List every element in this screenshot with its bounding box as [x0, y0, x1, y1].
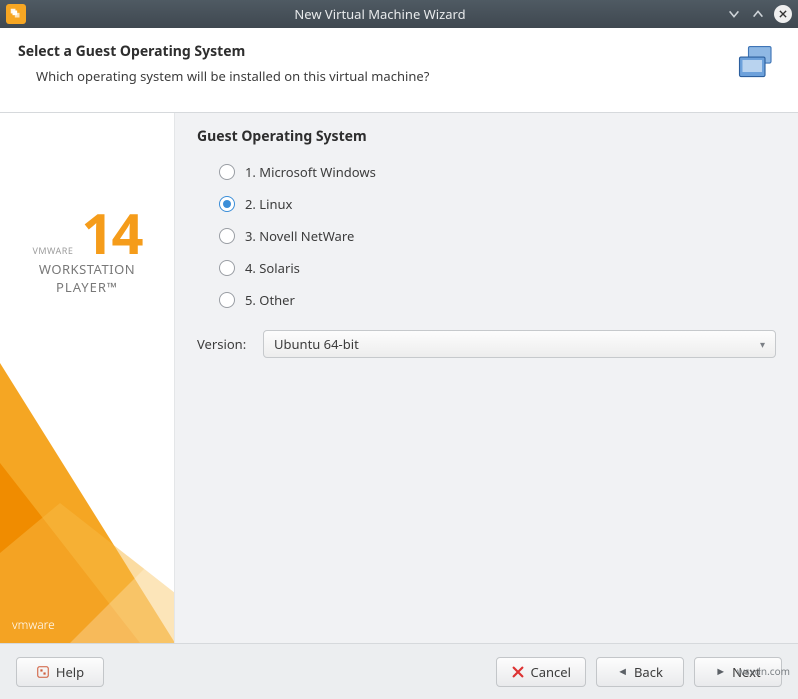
- maximize-icon[interactable]: [750, 6, 766, 22]
- close-icon[interactable]: [774, 5, 792, 23]
- radio-option-linux[interactable]: 2. Linux: [219, 188, 776, 220]
- page-subtitle: Which operating system will be installed…: [36, 67, 429, 85]
- help-label: Help: [56, 663, 84, 681]
- version-value: Ubuntu 64-bit: [274, 335, 359, 353]
- radio-option-solaris[interactable]: 4. Solaris: [219, 252, 776, 284]
- wizard-footer: Help Cancel ◄ Back ► Next: [0, 643, 798, 699]
- cancel-label: Cancel: [531, 663, 571, 681]
- page-title: Select a Guest Operating System: [18, 42, 429, 61]
- radio-icon: [219, 164, 235, 180]
- back-button[interactable]: ◄ Back: [596, 657, 684, 687]
- radio-option-netware[interactable]: 3. Novell NetWare: [219, 220, 776, 252]
- window-title: New Virtual Machine Wizard: [34, 5, 726, 23]
- radio-label: 4. Solaris: [245, 259, 300, 277]
- radio-label: 2. Linux: [245, 195, 292, 213]
- version-number: 14: [81, 208, 141, 258]
- radio-label: 1. Microsoft Windows: [245, 163, 376, 181]
- radio-label: 5. Other: [245, 291, 295, 309]
- group-title: Guest Operating System: [197, 127, 776, 146]
- chevron-left-icon: ◄: [617, 664, 628, 679]
- vmware-label: VMWARE: [32, 244, 73, 257]
- minimize-icon[interactable]: [726, 6, 742, 22]
- window-titlebar: New Virtual Machine Wizard: [0, 0, 798, 28]
- version-label: Version:: [197, 335, 251, 353]
- chevron-right-icon: ►: [715, 664, 726, 679]
- help-button[interactable]: Help: [16, 657, 104, 687]
- back-label: Back: [634, 663, 663, 681]
- player-label: PLAYER™: [0, 278, 174, 296]
- radio-option-windows[interactable]: 1. Microsoft Windows: [219, 156, 776, 188]
- radio-icon: [219, 292, 235, 308]
- version-dropdown[interactable]: Ubuntu 64-bit ▾: [263, 330, 776, 358]
- os-radio-group: 1. Microsoft Windows 2. Linux 3. Novell …: [219, 156, 776, 316]
- chevron-down-icon: ▾: [760, 337, 765, 351]
- radio-icon: [219, 260, 235, 276]
- radio-icon: [219, 228, 235, 244]
- workstation-label: WORKSTATION: [0, 260, 174, 278]
- wizard-header: Select a Guest Operating System Which op…: [0, 28, 798, 113]
- wizard-content: VMWARE 14 WORKSTATION PLAYER™ vmware Gue…: [0, 113, 798, 643]
- radio-option-other[interactable]: 5. Other: [219, 284, 776, 316]
- sidebar-branding: VMWARE 14 WORKSTATION PLAYER™ vmware: [0, 113, 175, 643]
- main-panel: Guest Operating System 1. Microsoft Wind…: [175, 113, 798, 643]
- watermark: wsxdn.com: [737, 664, 790, 678]
- monitors-icon: [732, 42, 780, 94]
- cancel-button[interactable]: Cancel: [496, 657, 586, 687]
- radio-icon: [219, 196, 235, 212]
- vmware-footer-logo: vmware: [12, 616, 55, 633]
- radio-label: 3. Novell NetWare: [245, 227, 354, 245]
- app-icon: [6, 4, 26, 24]
